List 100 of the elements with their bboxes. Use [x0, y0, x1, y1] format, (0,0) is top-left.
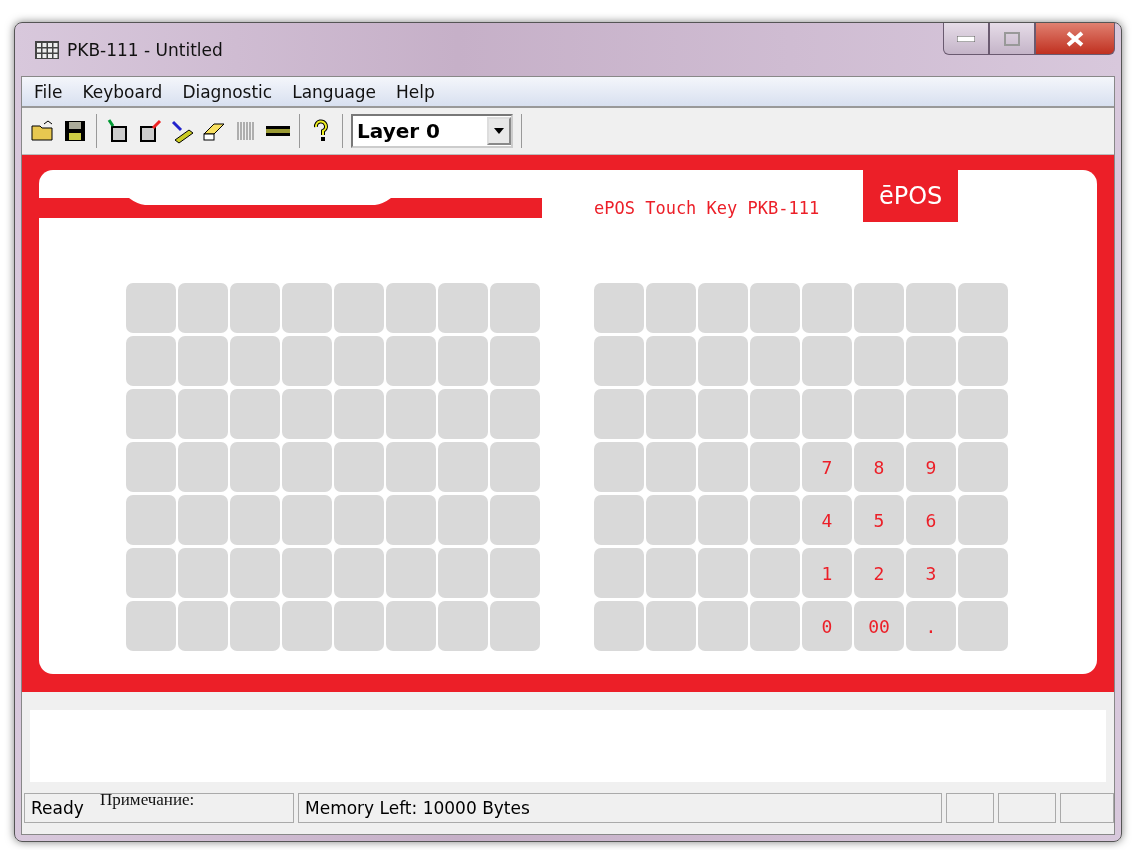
- blank-key[interactable]: [594, 601, 644, 651]
- blank-key[interactable]: [386, 601, 436, 651]
- blank-key[interactable]: [698, 336, 748, 386]
- blank-key[interactable]: [126, 442, 176, 492]
- blank-key[interactable]: [334, 548, 384, 598]
- blank-key[interactable]: [126, 283, 176, 333]
- blank-key[interactable]: [230, 336, 280, 386]
- blank-key[interactable]: [906, 283, 956, 333]
- blank-key[interactable]: [906, 336, 956, 386]
- blank-key[interactable]: [282, 442, 332, 492]
- blank-key[interactable]: [750, 495, 800, 545]
- blank-key[interactable]: [646, 283, 696, 333]
- key[interactable]: 2: [854, 548, 904, 598]
- blank-key[interactable]: [958, 495, 1008, 545]
- blank-key[interactable]: [230, 548, 280, 598]
- blank-key[interactable]: [334, 336, 384, 386]
- layer-dropdown[interactable]: Layer 0: [351, 114, 513, 148]
- blank-key[interactable]: [490, 283, 540, 333]
- blank-key[interactable]: [698, 495, 748, 545]
- blank-key[interactable]: [334, 601, 384, 651]
- blank-key[interactable]: [438, 495, 488, 545]
- menu-item[interactable]: Help: [388, 81, 447, 102]
- minimize-button[interactable]: [943, 23, 989, 55]
- blank-key[interactable]: [594, 548, 644, 598]
- key[interactable]: 8: [854, 442, 904, 492]
- blank-key[interactable]: [750, 601, 800, 651]
- blank-key[interactable]: [958, 442, 1008, 492]
- blank-key[interactable]: [438, 548, 488, 598]
- blank-key[interactable]: [594, 442, 644, 492]
- blank-key[interactable]: [438, 336, 488, 386]
- blank-key[interactable]: [490, 548, 540, 598]
- blank-key[interactable]: [438, 389, 488, 439]
- blank-key[interactable]: [750, 442, 800, 492]
- blank-key[interactable]: [750, 548, 800, 598]
- blank-key[interactable]: [750, 389, 800, 439]
- blank-key[interactable]: [906, 389, 956, 439]
- blank-key[interactable]: [334, 495, 384, 545]
- blank-key[interactable]: [698, 548, 748, 598]
- key[interactable]: 0: [802, 601, 852, 651]
- key[interactable]: 7: [802, 442, 852, 492]
- blank-key[interactable]: [178, 283, 228, 333]
- blank-key[interactable]: [334, 442, 384, 492]
- blank-key[interactable]: [386, 389, 436, 439]
- blank-key[interactable]: [958, 336, 1008, 386]
- blank-key[interactable]: [282, 389, 332, 439]
- blank-key[interactable]: [646, 389, 696, 439]
- blank-key[interactable]: [750, 336, 800, 386]
- blank-key[interactable]: [646, 495, 696, 545]
- blank-key[interactable]: [282, 283, 332, 333]
- key[interactable]: 9: [906, 442, 956, 492]
- blank-key[interactable]: [802, 389, 852, 439]
- blank-key[interactable]: [230, 495, 280, 545]
- blank-key[interactable]: [646, 601, 696, 651]
- blank-key[interactable]: [646, 336, 696, 386]
- blank-key[interactable]: [802, 283, 852, 333]
- key[interactable]: 3: [906, 548, 956, 598]
- blank-key[interactable]: [854, 283, 904, 333]
- blank-key[interactable]: [438, 601, 488, 651]
- blank-key[interactable]: [178, 601, 228, 651]
- key[interactable]: 5: [854, 495, 904, 545]
- blank-key[interactable]: [126, 389, 176, 439]
- blank-key[interactable]: [802, 336, 852, 386]
- key[interactable]: 00: [854, 601, 904, 651]
- blank-key[interactable]: [282, 601, 332, 651]
- blank-key[interactable]: [126, 495, 176, 545]
- blank-key[interactable]: [490, 601, 540, 651]
- blank-key[interactable]: [594, 389, 644, 439]
- key[interactable]: 6: [906, 495, 956, 545]
- blank-key[interactable]: [490, 442, 540, 492]
- blank-key[interactable]: [958, 283, 1008, 333]
- blank-key[interactable]: [594, 495, 644, 545]
- menu-item[interactable]: File: [26, 81, 75, 102]
- blank-key[interactable]: [646, 442, 696, 492]
- blank-key[interactable]: [958, 548, 1008, 598]
- key[interactable]: 1: [802, 548, 852, 598]
- blank-key[interactable]: [178, 389, 228, 439]
- blank-key[interactable]: [230, 389, 280, 439]
- dropdown-button[interactable]: [487, 117, 511, 145]
- blank-key[interactable]: [386, 442, 436, 492]
- menu-item[interactable]: Language: [284, 81, 389, 102]
- blank-key[interactable]: [334, 389, 384, 439]
- blank-key[interactable]: [178, 336, 228, 386]
- key[interactable]: 4: [802, 495, 852, 545]
- blank-key[interactable]: [334, 283, 384, 333]
- menu-item[interactable]: Diagnostic: [174, 81, 285, 102]
- key[interactable]: .: [906, 601, 956, 651]
- blank-key[interactable]: [438, 283, 488, 333]
- menu-item[interactable]: Keyboard: [74, 81, 175, 102]
- blank-key[interactable]: [958, 389, 1008, 439]
- blank-key[interactable]: [282, 495, 332, 545]
- blank-key[interactable]: [126, 548, 176, 598]
- blank-key[interactable]: [178, 442, 228, 492]
- blank-key[interactable]: [178, 495, 228, 545]
- blank-key[interactable]: [594, 336, 644, 386]
- blank-key[interactable]: [490, 336, 540, 386]
- blank-key[interactable]: [646, 548, 696, 598]
- blank-key[interactable]: [230, 283, 280, 333]
- blank-key[interactable]: [282, 548, 332, 598]
- blank-key[interactable]: [854, 336, 904, 386]
- blank-key[interactable]: [178, 548, 228, 598]
